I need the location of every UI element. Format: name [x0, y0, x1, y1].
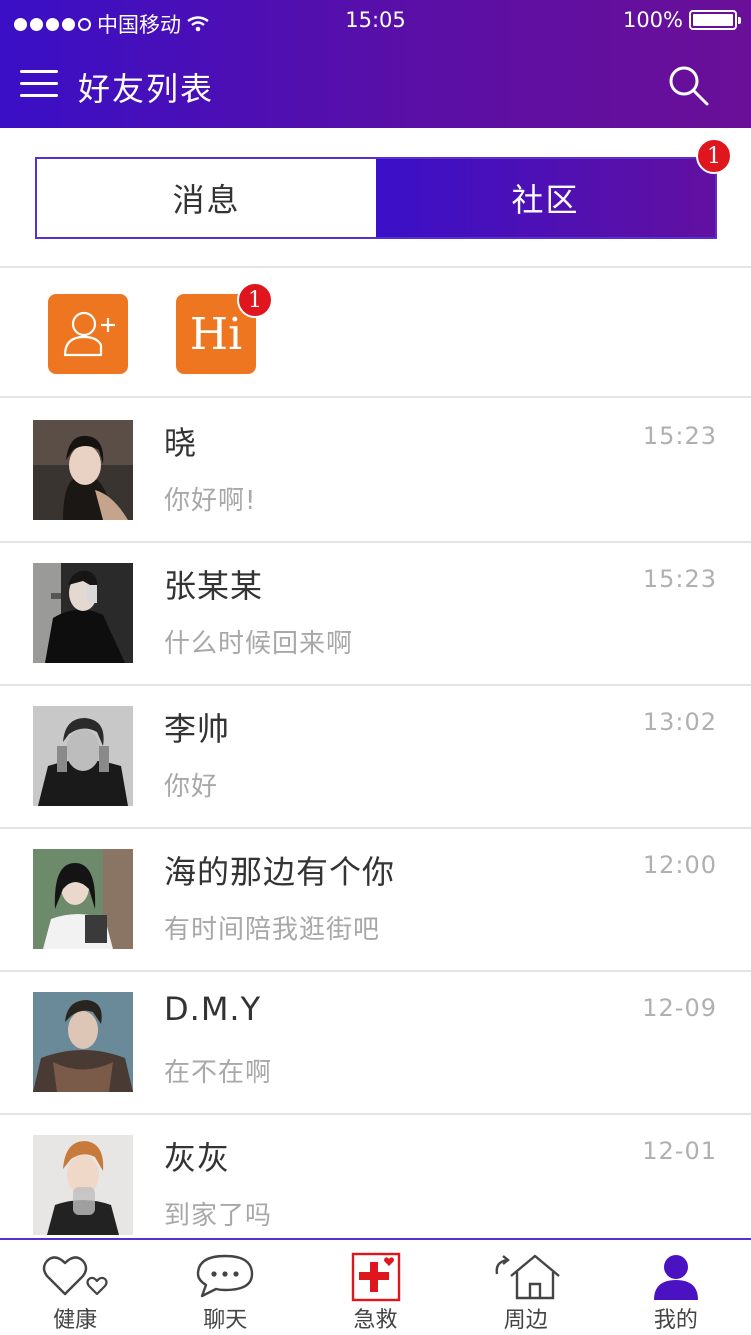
nav-bar: 好友列表 [0, 44, 751, 128]
chat-name: 灰灰 [164, 1139, 231, 1177]
status-bar: 中国移动 15:05 100% [0, 0, 751, 44]
avatar [33, 849, 133, 949]
avatar [33, 992, 133, 1092]
tabbar-label: 急救 [353, 1308, 398, 1333]
segment-section: 消息 社区 [0, 128, 751, 268]
chat-item[interactable]: 张某某 什么时候回来啊 15:23 [0, 543, 751, 686]
chat-preview: 你好啊! [164, 486, 257, 516]
avatar [33, 1135, 133, 1235]
avatar [33, 563, 133, 663]
search-icon[interactable] [667, 64, 711, 108]
tabbar-item-chat[interactable]: 聊天 [150, 1240, 300, 1335]
community-badge: 1 [696, 138, 732, 174]
chat-time: 12-01 [642, 1137, 717, 1165]
chat-name: 李帅 [164, 710, 231, 748]
chat-item[interactable]: 海的那边有个你 有时间陪我逛街吧 12:00 [0, 829, 751, 972]
chat-bubble-icon [197, 1254, 254, 1298]
segment-control: 消息 社区 [35, 157, 717, 239]
tab-community[interactable]: 社区 [376, 159, 715, 237]
status-right: 100% [622, 8, 741, 32]
avatar [33, 420, 133, 520]
chat-time: 12:00 [642, 851, 717, 879]
first-aid-icon [351, 1252, 400, 1302]
add-user-icon [63, 311, 115, 357]
tabbar-label: 我的 [653, 1308, 698, 1333]
tabbar-item-first-aid[interactable]: 急救 [300, 1240, 450, 1335]
tabbar-item-me[interactable]: 我的 [601, 1240, 751, 1335]
chat-time: 12-09 [642, 994, 717, 1022]
chat-preview: 在不在啊 [164, 1058, 273, 1088]
avatar [33, 706, 133, 806]
chat-time: 15:23 [642, 422, 717, 450]
tabbar-label: 聊天 [203, 1308, 248, 1333]
tab-messages[interactable]: 消息 [37, 159, 376, 237]
tabbar-label: 周边 [503, 1308, 548, 1333]
heart-icon [42, 1256, 108, 1296]
chat-preview: 到家了吗 [164, 1201, 273, 1231]
chat-time: 15:23 [642, 565, 717, 593]
tabbar-label: 健康 [53, 1308, 98, 1333]
chat-name: 海的那边有个你 [164, 853, 396, 891]
app-header: 中国移动 15:05 100% 好友列表 [0, 0, 751, 128]
chat-item[interactable]: 晓 你好啊! 15:23 [0, 400, 751, 543]
page-title: 好友列表 [78, 70, 215, 108]
chat-name: 张某某 [164, 567, 264, 605]
chat-preview: 什么时候回来啊 [164, 629, 354, 659]
user-icon [653, 1255, 698, 1300]
hi-badge: 1 [237, 282, 273, 318]
battery-icon [689, 10, 741, 30]
home-icon [495, 1254, 560, 1300]
bottom-tab-bar: 健康 聊天 急救 周边 我的 [0, 1238, 751, 1335]
chat-preview: 你好 [164, 772, 219, 802]
battery-percent: 100% [622, 8, 683, 32]
chat-name: D.M.Y [164, 990, 262, 1028]
quick-actions: Hi [0, 268, 751, 398]
chat-list: 晓 你好啊! 15:23 张某某 什么时候回来啊 15:23 李帅 你好 13:… [0, 400, 751, 1238]
chat-item[interactable]: 李帅 你好 13:02 [0, 686, 751, 829]
chat-name: 晓 [164, 424, 198, 462]
chat-preview: 有时间陪我逛街吧 [164, 915, 381, 945]
chat-item[interactable]: D.M.Y 在不在啊 12-09 [0, 972, 751, 1115]
add-friend-button[interactable] [48, 294, 128, 374]
tabbar-item-nearby[interactable]: 周边 [451, 1240, 601, 1335]
menu-icon[interactable] [20, 68, 58, 100]
tabbar-item-health[interactable]: 健康 [0, 1240, 150, 1335]
chat-item[interactable]: 灰灰 到家了吗 12-01 [0, 1115, 751, 1238]
chat-time: 13:02 [642, 708, 717, 736]
